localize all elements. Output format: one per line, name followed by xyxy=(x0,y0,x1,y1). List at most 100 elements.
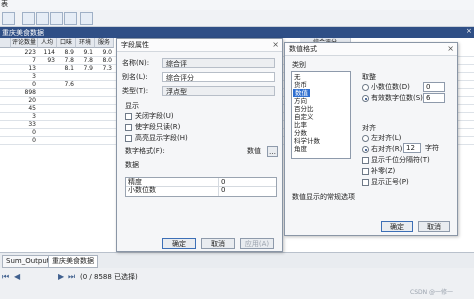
table-cell[interactable] xyxy=(95,113,112,120)
tab-sum-output[interactable]: Sum_Output xyxy=(2,255,54,268)
cancel-button[interactable]: 取消 xyxy=(201,238,235,249)
type-field[interactable]: 浮点型 xyxy=(162,86,275,96)
align-right-radio[interactable] xyxy=(362,146,369,153)
table-cell[interactable]: 0 xyxy=(11,129,36,136)
category-item[interactable]: 比率 xyxy=(294,121,307,129)
close-icon[interactable]: × xyxy=(272,39,279,51)
table-cell[interactable] xyxy=(57,129,74,136)
apply-button[interactable]: 应用(A) xyxy=(240,238,274,249)
last-record-icon[interactable]: ⏭ xyxy=(68,272,75,282)
table-cell[interactable] xyxy=(76,105,93,112)
switch-selection-icon[interactable] xyxy=(36,12,49,25)
table-cell[interactable] xyxy=(57,121,74,128)
table-cell[interactable]: 20 xyxy=(11,97,36,104)
close-icon[interactable]: × xyxy=(447,43,454,55)
select-by-attributes-icon[interactable] xyxy=(22,12,35,25)
category-item[interactable]: 百分比 xyxy=(294,105,314,113)
alias-field[interactable]: 综合评分 xyxy=(162,72,275,82)
table-cell[interactable]: 3 xyxy=(11,113,36,120)
category-item[interactable]: 自定义 xyxy=(294,113,314,121)
table-cell[interactable]: 8.1 xyxy=(57,65,74,72)
name-field[interactable]: 综合评 xyxy=(162,58,275,68)
table-cell[interactable]: 7.9 xyxy=(76,65,93,72)
table-cell[interactable]: 13 xyxy=(11,65,36,72)
table-cell[interactable] xyxy=(76,137,93,144)
category-item[interactable]: 科学计数 xyxy=(294,137,320,145)
table-cell[interactable] xyxy=(38,113,55,120)
column-header[interactable]: 口味 xyxy=(57,38,76,48)
show-plus-sign-checkbox[interactable] xyxy=(362,179,369,186)
category-item[interactable]: 货币 xyxy=(294,81,307,89)
table-cell[interactable] xyxy=(95,137,112,144)
ok-button[interactable]: 确定 xyxy=(162,238,196,249)
table-cell[interactable] xyxy=(57,97,74,104)
column-header[interactable]: 评论数量 xyxy=(11,38,38,48)
table-cell[interactable] xyxy=(76,89,93,96)
significant-digits-input[interactable]: 6 xyxy=(423,93,445,103)
table-cell[interactable]: 0 xyxy=(11,81,36,88)
table-cell[interactable] xyxy=(76,97,93,104)
table-cell[interactable] xyxy=(38,137,55,144)
category-item[interactable]: 角度 xyxy=(294,145,307,153)
previous-record-icon[interactable]: ◀ xyxy=(14,272,20,282)
table-cell[interactable] xyxy=(57,89,74,96)
significant-digits-radio[interactable] xyxy=(362,95,369,102)
decimal-places-radio[interactable] xyxy=(362,84,369,91)
table-cell[interactable]: 7.6 xyxy=(57,81,74,88)
table-cell[interactable]: 898 xyxy=(11,89,36,96)
column-header[interactable]: 环境 xyxy=(76,38,95,48)
zoom-to-selected-icon[interactable] xyxy=(64,12,77,25)
table-options-icon[interactable] xyxy=(2,12,15,25)
table-cell[interactable]: 8.9 xyxy=(57,49,74,56)
delete-selected-icon[interactable] xyxy=(80,12,93,25)
table-cell[interactable] xyxy=(95,89,112,96)
table-cell[interactable]: 114 xyxy=(38,49,55,56)
table-cell[interactable]: 223 xyxy=(11,49,36,56)
table-cell[interactable] xyxy=(76,81,93,88)
table-cell[interactable] xyxy=(95,81,112,88)
first-record-icon[interactable]: ⏮ xyxy=(2,272,9,282)
category-item[interactable]: 分数 xyxy=(294,129,307,137)
next-record-icon[interactable]: ▶ xyxy=(58,272,64,282)
table-cell[interactable]: 3 xyxy=(11,73,36,80)
table-cell[interactable] xyxy=(38,81,55,88)
table-cell[interactable] xyxy=(95,97,112,104)
close-icon[interactable]: × xyxy=(466,27,472,35)
table-cell[interactable]: 7 xyxy=(11,57,36,64)
table-cell[interactable]: 7.8 xyxy=(76,57,93,64)
pad-zeros-checkbox[interactable] xyxy=(362,168,369,175)
clear-selection-icon[interactable] xyxy=(50,12,63,25)
table-cell[interactable] xyxy=(38,73,55,80)
category-item[interactable]: 方向 xyxy=(294,97,307,105)
table-cell[interactable]: 7.3 xyxy=(95,65,112,72)
tab-table[interactable]: 重庆美食数据 xyxy=(48,255,98,268)
table-cell[interactable] xyxy=(95,73,112,80)
column-header[interactable]: 人均 xyxy=(38,38,57,48)
table-cell[interactable] xyxy=(38,121,55,128)
table-cell[interactable] xyxy=(38,97,55,104)
table-cell[interactable]: 33 xyxy=(11,121,36,128)
table-cell[interactable] xyxy=(38,105,55,112)
table-cell[interactable]: 9.1 xyxy=(76,49,93,56)
table-cell[interactable]: 0 xyxy=(11,137,36,144)
table-cell[interactable] xyxy=(38,65,55,72)
category-item[interactable]: 无 xyxy=(294,73,301,81)
table-cell[interactable] xyxy=(57,105,74,112)
ok-button[interactable]: 确定 xyxy=(381,221,413,232)
table-cell[interactable]: 9.0 xyxy=(95,49,112,56)
scale-value[interactable]: 0 xyxy=(221,186,225,195)
table-cell[interactable] xyxy=(76,121,93,128)
table-cell[interactable] xyxy=(76,113,93,120)
cancel-button[interactable]: 取消 xyxy=(418,221,450,232)
table-cell[interactable] xyxy=(38,89,55,96)
table-cell[interactable] xyxy=(95,121,112,128)
table-cell[interactable]: 45 xyxy=(11,105,36,112)
table-cell[interactable]: 8.0 xyxy=(95,57,112,64)
readonly-checkbox[interactable] xyxy=(125,124,132,131)
table-cell[interactable] xyxy=(57,113,74,120)
category-item-selected[interactable]: 数值 xyxy=(293,89,310,97)
table-cell[interactable] xyxy=(76,73,93,80)
table-cell[interactable] xyxy=(38,129,55,136)
table-cell[interactable]: 93 xyxy=(38,57,55,64)
close-field-checkbox[interactable] xyxy=(125,113,132,120)
